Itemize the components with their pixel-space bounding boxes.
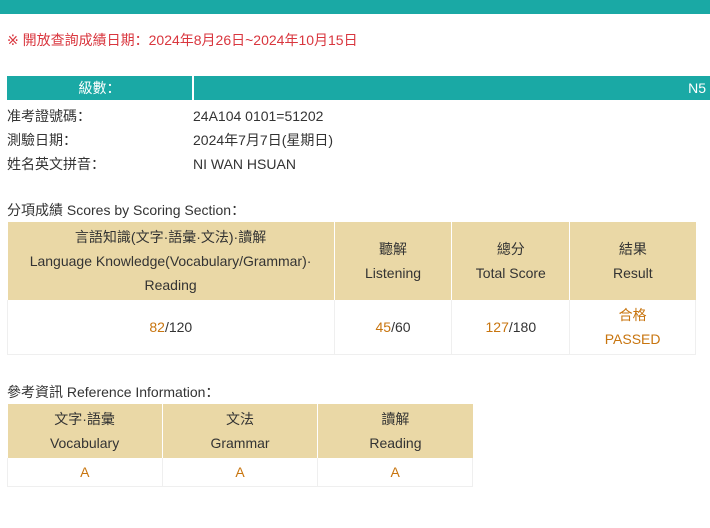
- candidate-info: 准考證號碼： 24A104 0101=51202 測驗日期： 2024年7月7日…: [7, 104, 607, 176]
- info-key: 姓名英文拼音：: [7, 156, 105, 172]
- result-status: 合格 PASSED: [569, 300, 696, 355]
- score-language-knowledge: 82/120: [7, 300, 335, 355]
- header-vocabulary: 文字·語彙 Vocabulary: [7, 404, 163, 458]
- reference-table: 文字·語彙 Vocabulary 文法 Grammar 讀解 Reading A…: [7, 404, 473, 487]
- info-row-exam-number: 准考證號碼： 24A104 0101=51202: [7, 104, 607, 128]
- header-grammar: 文法 Grammar: [162, 404, 319, 458]
- grade-vocabulary: A: [7, 458, 163, 487]
- scores-value-row: 82/120 45/60 127/180 合格 PASSED: [7, 300, 696, 355]
- info-row-test-date: 測驗日期： 2024年7月7日(星期日): [7, 128, 607, 152]
- grade-reading: A: [317, 458, 473, 487]
- header-language-knowledge: 言語知識(文字·語彙·文法)·讀解 Language Knowledge(Voc…: [7, 222, 335, 300]
- reference-section-title: 參考資訊 Reference Information：: [7, 384, 220, 400]
- info-key: 測驗日期：: [7, 132, 77, 148]
- top-accent-bar: [0, 0, 710, 14]
- header-listening: 聽解 Listening: [334, 222, 453, 300]
- score-total: 127/180: [451, 300, 571, 355]
- info-value: 24A104 0101=51202: [193, 108, 324, 124]
- grade-grammar: A: [162, 458, 319, 487]
- level-label: 級數：: [7, 76, 192, 100]
- scores-header-row: 言語知識(文字·語彙·文法)·讀解 Language Knowledge(Voc…: [7, 222, 696, 300]
- header-result: 結果 Result: [569, 222, 696, 300]
- header-total-score: 總分 Total Score: [451, 222, 571, 300]
- scores-section-title: 分項成績 Scores by Scoring Section：: [7, 202, 246, 218]
- reference-value-row: A A A: [7, 458, 473, 487]
- info-value: NI WAN HSUAN: [193, 156, 296, 172]
- level-value: N5: [194, 76, 710, 100]
- reference-header-row: 文字·語彙 Vocabulary 文法 Grammar 讀解 Reading: [7, 404, 473, 458]
- query-period-notice: ※ 開放查詢成績日期：2024年8月26日~2024年10月15日: [7, 32, 358, 48]
- level-bar: 級數： N5: [7, 76, 710, 100]
- info-value: 2024年7月7日(星期日): [193, 132, 334, 148]
- info-key: 准考證號碼：: [7, 108, 91, 124]
- info-row-name: 姓名英文拼音： NI WAN HSUAN: [7, 152, 607, 176]
- score-listening: 45/60: [334, 300, 453, 355]
- scores-table: 言語知識(文字·語彙·文法)·讀解 Language Knowledge(Voc…: [7, 222, 696, 355]
- header-reading: 讀解 Reading: [317, 404, 473, 458]
